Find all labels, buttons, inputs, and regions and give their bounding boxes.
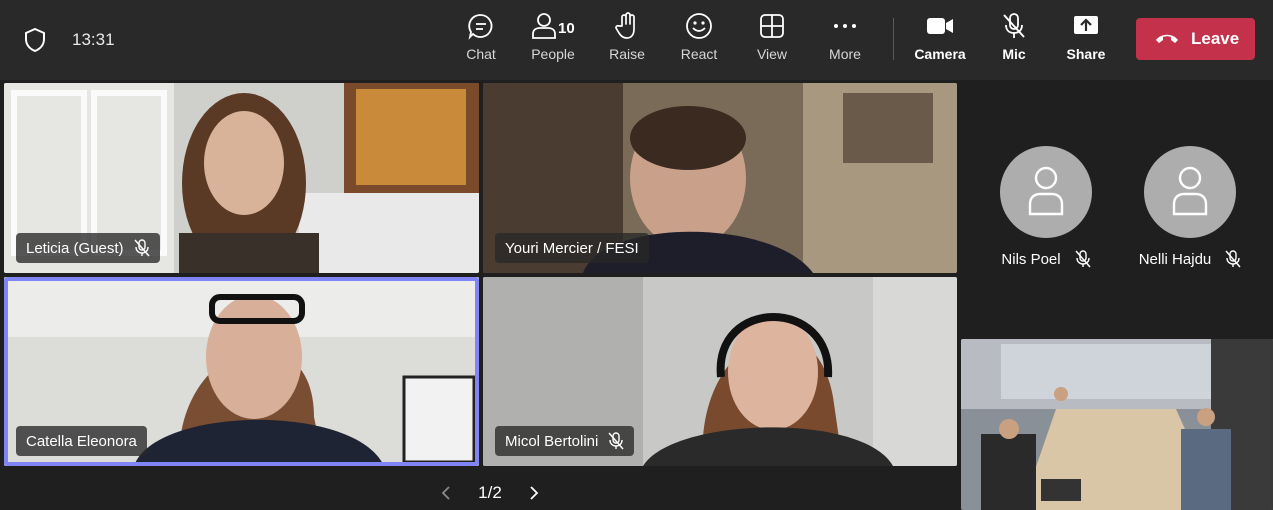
participant-name-chip: Leticia (Guest) — [16, 233, 160, 263]
smiley-icon — [686, 13, 712, 39]
mic-off-icon — [1225, 250, 1241, 268]
chat-label: Chat — [466, 46, 496, 62]
meeting-timer: 13:31 — [72, 30, 115, 49]
audio-tile-nelli[interactable]: Nelli Hajdu — [1125, 146, 1255, 268]
participant-name: Nelli Hajdu — [1138, 250, 1212, 268]
hang-up-icon — [1156, 34, 1178, 43]
share-button[interactable]: Share — [1053, 12, 1119, 72]
meeting-room-video — [961, 339, 1273, 510]
ellipsis-icon — [834, 24, 856, 28]
avatar — [1144, 146, 1236, 238]
mic-off-icon — [133, 239, 150, 257]
more-button[interactable]: More — [812, 12, 878, 72]
participant-name: Leticia (Guest) — [26, 239, 124, 257]
video-tile-leticia[interactable]: Leticia (Guest) — [4, 83, 479, 273]
mic-off-icon — [1075, 250, 1091, 268]
people-icon — [532, 13, 556, 39]
people-button[interactable]: 10 People — [520, 12, 586, 72]
participant-name: Nils Poel — [1001, 250, 1061, 268]
grid-layout-icon — [760, 14, 784, 38]
toolbar-divider — [893, 18, 894, 60]
person-icon — [1028, 166, 1064, 216]
page-indicator: 1/2 — [478, 483, 502, 502]
gallery-pager: 1/2 — [440, 482, 540, 504]
participant-name-chip: Micol Bertolini — [495, 426, 635, 456]
people-label: People — [531, 46, 575, 62]
raise-label: Raise — [609, 46, 645, 62]
chat-button[interactable]: Chat — [448, 12, 514, 72]
camera-label: Camera — [914, 46, 966, 62]
react-label: React — [680, 46, 718, 62]
participant-name: Youri Mercier / FESI — [505, 239, 639, 257]
audio-tile-nils[interactable]: Nils Poel — [986, 146, 1106, 268]
more-label: More — [829, 46, 861, 62]
video-tile-micol[interactable]: Micol Bertolini — [483, 277, 957, 466]
meeting-toolbar: 13:31 Chat 10 People Raise React View Mo… — [0, 0, 1273, 80]
shield-icon[interactable] — [24, 28, 46, 52]
view-label: View — [756, 46, 788, 62]
video-tile-catella[interactable]: Catella Eleonora — [4, 277, 479, 466]
participant-name-chip: Youri Mercier / FESI — [495, 233, 649, 263]
person-icon — [1172, 166, 1208, 216]
react-button[interactable]: React — [666, 12, 732, 72]
chevron-right-icon[interactable] — [528, 485, 540, 501]
raise-hand-button[interactable]: Raise — [594, 12, 660, 72]
participant-name: Catella Eleonora — [26, 432, 137, 450]
view-button[interactable]: View — [739, 12, 805, 72]
mic-off-icon — [1003, 13, 1025, 38]
participant-count: 10 — [558, 20, 575, 37]
chevron-left-icon[interactable] — [440, 485, 452, 501]
video-tile-youri[interactable]: Youri Mercier / FESI — [483, 83, 957, 273]
chat-icon — [468, 14, 493, 40]
mic-off-icon — [608, 432, 624, 450]
mic-button[interactable]: Mic — [981, 12, 1047, 72]
share-screen-icon — [1074, 16, 1098, 34]
self-view-video[interactable] — [961, 339, 1273, 510]
share-label: Share — [1066, 46, 1106, 62]
participant-name-chip: Catella Eleonora — [16, 426, 147, 456]
video-camera-icon — [927, 18, 953, 34]
mic-label: Mic — [1002, 46, 1026, 62]
avatar — [1000, 146, 1092, 238]
leave-button[interactable]: Leave — [1136, 18, 1255, 60]
camera-button[interactable]: Camera — [907, 12, 973, 72]
participant-name: Micol Bertolini — [505, 432, 599, 450]
hand-icon — [615, 12, 635, 39]
leave-label: Leave — [1191, 29, 1240, 48]
